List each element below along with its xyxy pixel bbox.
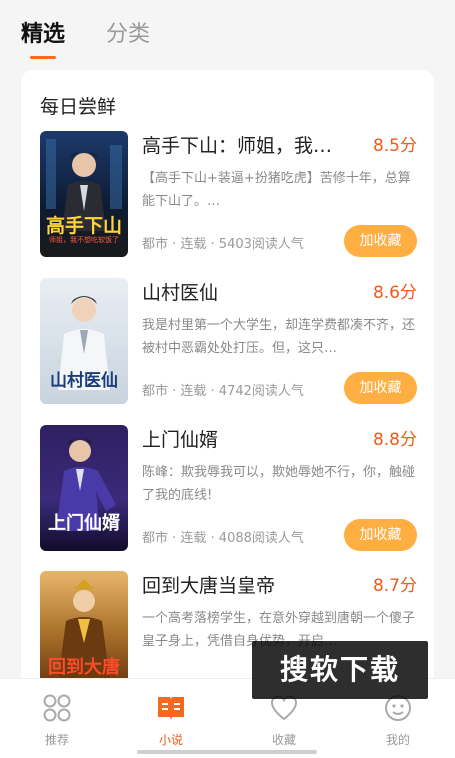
nav-label: 收藏 <box>271 733 296 747</box>
home-indicator <box>137 750 317 754</box>
section-title: 每日尝鲜 <box>40 96 117 118</box>
cover-title: 山村医仙 <box>50 371 118 391</box>
cover-title: 回到大唐 <box>48 657 120 678</box>
book-score: 8.5分 <box>372 136 417 156</box>
nav-label: 我的 <box>385 733 410 747</box>
cover-subtitle: 师姐，我不想吃软饭了 <box>49 236 119 244</box>
book-description: 【高手下山+装逼+扮猪吃虎】苦修十年，总算能下山了。… <box>142 171 411 209</box>
book-description: 陈峰：欺我辱我可以，欺她辱她不行，你，触碰了我的底线! <box>142 465 416 503</box>
book-title[interactable]: 山村医仙 <box>142 278 348 308</box>
nav-profile[interactable]: 我的 <box>358 693 438 753</box>
book-title[interactable]: 回到大唐当皇帝 <box>142 571 348 601</box>
nav-label: 推荐 <box>44 733 69 747</box>
book-title[interactable]: 上门仙婿 <box>142 425 348 455</box>
book-item[interactable]: 高手下山 师姐，我不想吃软饭了 高手下山：师姐，我… 8.5分 【高手下山+装逼… <box>21 131 434 261</box>
book-item[interactable]: 上门仙婿 上门仙婿 8.8分 陈峰：欺我辱我可以，欺她辱她不行，你，触碰了我的底… <box>21 425 434 555</box>
book-description: 我是村里第一个大学生，却连学费都凑不齐，还被村中恶霸处处打压。但，这只… <box>142 318 416 356</box>
top-tab-bar: 精选 分类 <box>0 0 455 62</box>
tab-featured[interactable]: 精选 <box>21 20 65 50</box>
nav-label: 小说 <box>158 733 183 747</box>
book-cover[interactable]: 高手下山 师姐，我不想吃软饭了 <box>40 131 128 257</box>
tab-category[interactable]: 分类 <box>106 20 150 50</box>
book-icon <box>158 697 184 720</box>
nav-recommend[interactable]: 推荐 <box>17 693 97 753</box>
book-meta: 都市 · 连载 · 4088阅读人气 <box>142 531 304 546</box>
add-to-favorites-button[interactable]: 加收藏 <box>344 225 417 257</box>
grid-icon <box>43 694 71 722</box>
book-score: 8.8分 <box>372 430 417 450</box>
book-cover[interactable]: 山村医仙 <box>40 278 128 404</box>
daily-picks-card: 每日尝鲜 高手下山 师姐，我不想吃软饭了 高手下山：师姐，我… 8.5分 【高手… <box>21 70 434 690</box>
book-meta: 都市 · 连载 · 4742阅读人气 <box>142 384 304 399</box>
book-title[interactable]: 高手下山：师姐，我… <box>142 131 348 161</box>
watermark: 搜软下载 <box>252 641 428 699</box>
nav-favorites[interactable]: 收藏 <box>244 693 324 753</box>
book-cover[interactable]: 上门仙婿 <box>40 425 128 551</box>
book-meta: 都市 · 连载 · 5403阅读人气 <box>142 237 304 252</box>
cover-title: 高手下山 <box>45 215 122 237</box>
book-score: 8.7分 <box>372 576 417 596</box>
book-score: 8.6分 <box>372 283 417 303</box>
active-tab-indicator <box>30 56 56 59</box>
add-to-favorites-button[interactable]: 加收藏 <box>344 372 417 404</box>
book-item[interactable]: 山村医仙 山村医仙 8.6分 我是村里第一个大学生，却连学费都凑不齐，还被村中恶… <box>21 278 434 408</box>
book-cover[interactable]: 回到大唐 <box>40 571 128 690</box>
cover-title: 上门仙婿 <box>48 513 120 534</box>
nav-novel[interactable]: 小说 <box>131 693 211 753</box>
add-to-favorites-button[interactable]: 加收藏 <box>344 519 417 551</box>
